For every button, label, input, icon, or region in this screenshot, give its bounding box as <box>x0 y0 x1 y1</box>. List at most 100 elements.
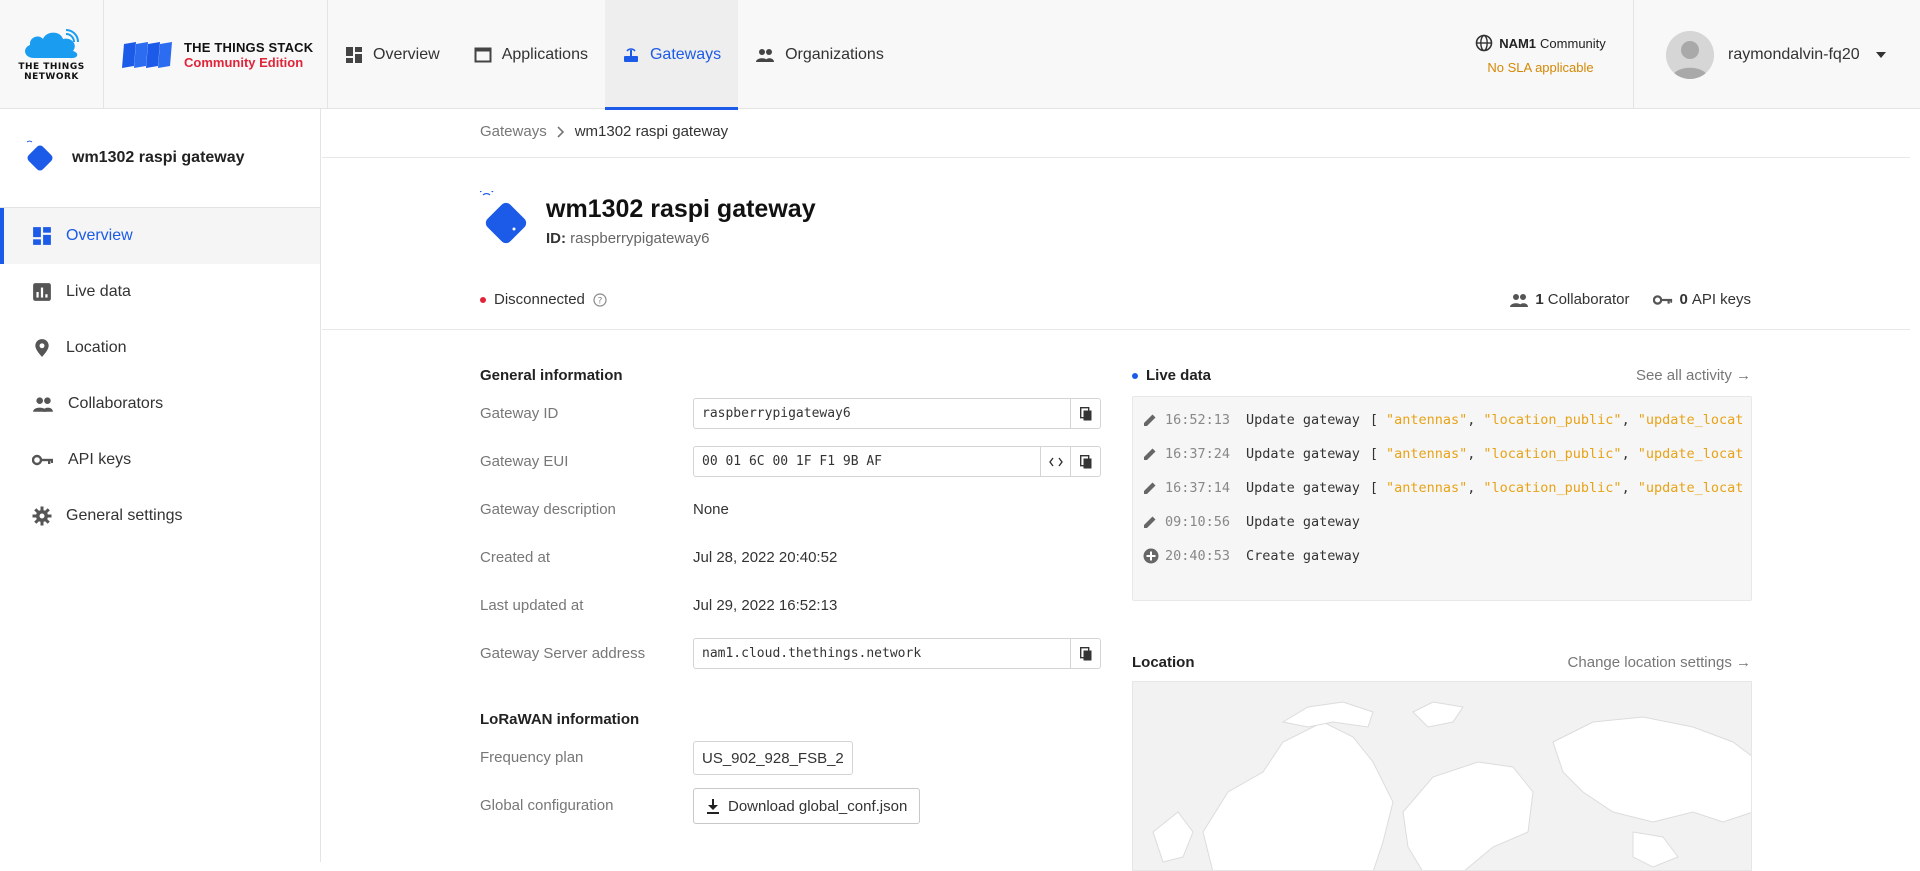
collaborators-number: 1 <box>1535 291 1544 308</box>
sidebar-item-live-data[interactable]: Live data <box>0 264 320 320</box>
gear-icon <box>32 506 52 526</box>
see-all-activity-link[interactable]: See all activity → <box>1636 367 1751 384</box>
gateway-device-icon <box>480 191 527 244</box>
collaborators-count[interactable]: 1 Collaborator <box>1509 291 1629 308</box>
chevron-down-icon <box>1875 51 1886 58</box>
cluster-suffix: Community <box>1540 35 1606 51</box>
download-global-conf-button[interactable]: Download global_conf.json <box>693 788 921 824</box>
help-icon[interactable]: ? <box>593 292 607 307</box>
event-row[interactable]: 16:37:24 Update gateway [ "antennas", "l… <box>1133 437 1751 471</box>
sidebar-item-location[interactable]: Location <box>0 320 320 376</box>
event-comma: , <box>1467 480 1476 496</box>
gateway-eui-label: Gateway EUI <box>480 453 569 470</box>
nav-gateways[interactable]: Gateways <box>604 0 739 110</box>
top-header: THE THINGS NETWORK THE THINGS STACK Comm… <box>0 0 1920 110</box>
event-row[interactable]: 16:52:13 Update gateway [ "antennas", "l… <box>1133 403 1751 437</box>
last-updated-label: Last updated at <box>480 597 584 614</box>
key-icon <box>1653 294 1673 305</box>
avatar <box>1666 30 1714 79</box>
gateway-id-value[interactable]: raspberrypigateway6 <box>694 399 1070 428</box>
global-config-label: Global configuration <box>480 797 614 814</box>
nav-applications-label: Applications <box>501 45 588 63</box>
sidebar-item-collaborators[interactable]: Collaborators <box>0 376 320 432</box>
download-label: Download global_conf.json <box>728 797 908 815</box>
live-data-feed: 16:52:13 Update gateway [ "antennas", "l… <box>1132 396 1752 601</box>
pencil-icon <box>1144 448 1156 460</box>
tts-title: THE THINGS STACK <box>184 39 314 55</box>
copy-icon <box>1079 406 1091 420</box>
sidebar-item-label: API keys <box>68 451 132 468</box>
status-text: Disconnected <box>494 291 585 308</box>
main-nav: Overview Applications Gateways Organizat… <box>328 0 901 110</box>
username: raymondalvin-fq20 <box>1728 45 1860 63</box>
event-message: Update gateway <box>1246 480 1360 496</box>
event-row[interactable]: 20:40:53 Create gateway <box>1133 539 1751 573</box>
ttn-logo-text: THE THINGS NETWORK <box>18 61 85 82</box>
nav-applications[interactable]: Applications <box>457 0 605 109</box>
main-content: Gateways wm1302 raspi gateway wm1302 ras… <box>322 109 1910 871</box>
nav-organizations[interactable]: Organizations <box>738 0 901 109</box>
server-address-value[interactable]: nam1.cloud.thethings.network <box>694 639 1070 668</box>
breadcrumb-current: wm1302 raspi gateway <box>574 123 729 140</box>
sidebar-item-label: General settings <box>66 507 183 524</box>
pencil-icon <box>1144 516 1156 528</box>
sidebar-item-overview[interactable]: Overview <box>0 208 320 264</box>
people-icon <box>33 397 53 412</box>
pencil-icon <box>1144 414 1156 426</box>
copy-button[interactable] <box>1070 447 1100 476</box>
gateway-description-value: None <box>693 501 729 518</box>
sidebar-gateway-name: wm1302 raspi gateway <box>72 149 245 166</box>
api-keys-number: 0 <box>1679 291 1688 308</box>
event-comma: , <box>1467 446 1476 462</box>
server-address-field: nam1.cloud.thethings.network <box>693 638 1101 669</box>
collaborators-label: Collaborator <box>1547 291 1630 308</box>
location-map[interactable] <box>1132 681 1752 871</box>
api-keys-label: API keys <box>1691 291 1751 308</box>
event-row[interactable]: 16:37:14 Update gateway [ "antennas", "l… <box>1133 471 1751 505</box>
user-silhouette-icon <box>1666 30 1714 79</box>
gateway-id-label: ID: <box>546 230 566 247</box>
event-bracket: [ <box>1369 446 1378 462</box>
event-field: "update_locat <box>1637 480 1744 496</box>
server-address-label: Gateway Server address <box>480 645 646 662</box>
ttn-logo[interactable]: THE THINGS NETWORK <box>0 0 104 109</box>
event-bracket: [ <box>1369 412 1378 428</box>
copy-icon <box>1079 454 1091 468</box>
tts-subtitle: Community Edition <box>184 54 304 70</box>
event-field: "location_public" <box>1483 446 1622 462</box>
change-location-link[interactable]: Change location settings → <box>1568 654 1751 671</box>
general-info-title: General information <box>480 367 623 384</box>
breadcrumb-gateways[interactable]: Gateways <box>480 123 547 140</box>
location-title: Location <box>1132 654 1195 671</box>
nav-organizations-label: Organizations <box>785 45 884 63</box>
live-data-title-text: Live data <box>1146 367 1212 384</box>
frequency-plan-label: Frequency plan <box>480 749 584 766</box>
download-icon <box>707 799 719 814</box>
world-map-image <box>1152 701 1751 870</box>
bar-chart-icon <box>33 283 51 301</box>
breadcrumb: Gateways wm1302 raspi gateway <box>480 123 728 140</box>
api-keys-count[interactable]: 0 API keys <box>1653 291 1751 308</box>
gateway-eui-value[interactable]: 00 01 6C 00 1F F1 9B AF <box>694 447 1040 476</box>
cluster-selector[interactable]: NAM1 Community No SLA applicable <box>1448 0 1634 109</box>
tts-logo[interactable]: THE THINGS STACK Community Edition <box>104 0 328 109</box>
gateway-eui-field: 00 01 6C 00 1F F1 9B AF <box>693 446 1101 477</box>
copy-button[interactable] <box>1070 399 1100 428</box>
sidebar-item-api-keys[interactable]: API keys <box>0 432 320 488</box>
lorawan-info-title: LoRaWAN information <box>480 711 640 728</box>
user-menu[interactable]: raymondalvin-fq20 <box>1634 0 1920 109</box>
gateway-id-field: raspberrypigateway6 <box>693 398 1101 429</box>
toggle-format-button[interactable] <box>1040 447 1070 476</box>
copy-button[interactable] <box>1070 639 1100 668</box>
frequency-plan-value: US_902_928_FSB_2 <box>693 741 853 775</box>
divider <box>322 157 1910 158</box>
created-at-value: Jul 28, 2022 20:40:52 <box>693 549 838 566</box>
cluster-name: NAM1 <box>1499 35 1537 51</box>
event-row[interactable]: 09:10:56 Update gateway <box>1133 505 1751 539</box>
globe-icon <box>1475 34 1493 52</box>
live-indicator-dot <box>1132 372 1138 379</box>
event-bracket: [ <box>1369 480 1378 496</box>
event-time: 16:37:24 <box>1165 446 1231 462</box>
sidebar-item-general-settings[interactable]: General settings <box>0 488 320 544</box>
nav-overview[interactable]: Overview <box>328 0 457 109</box>
